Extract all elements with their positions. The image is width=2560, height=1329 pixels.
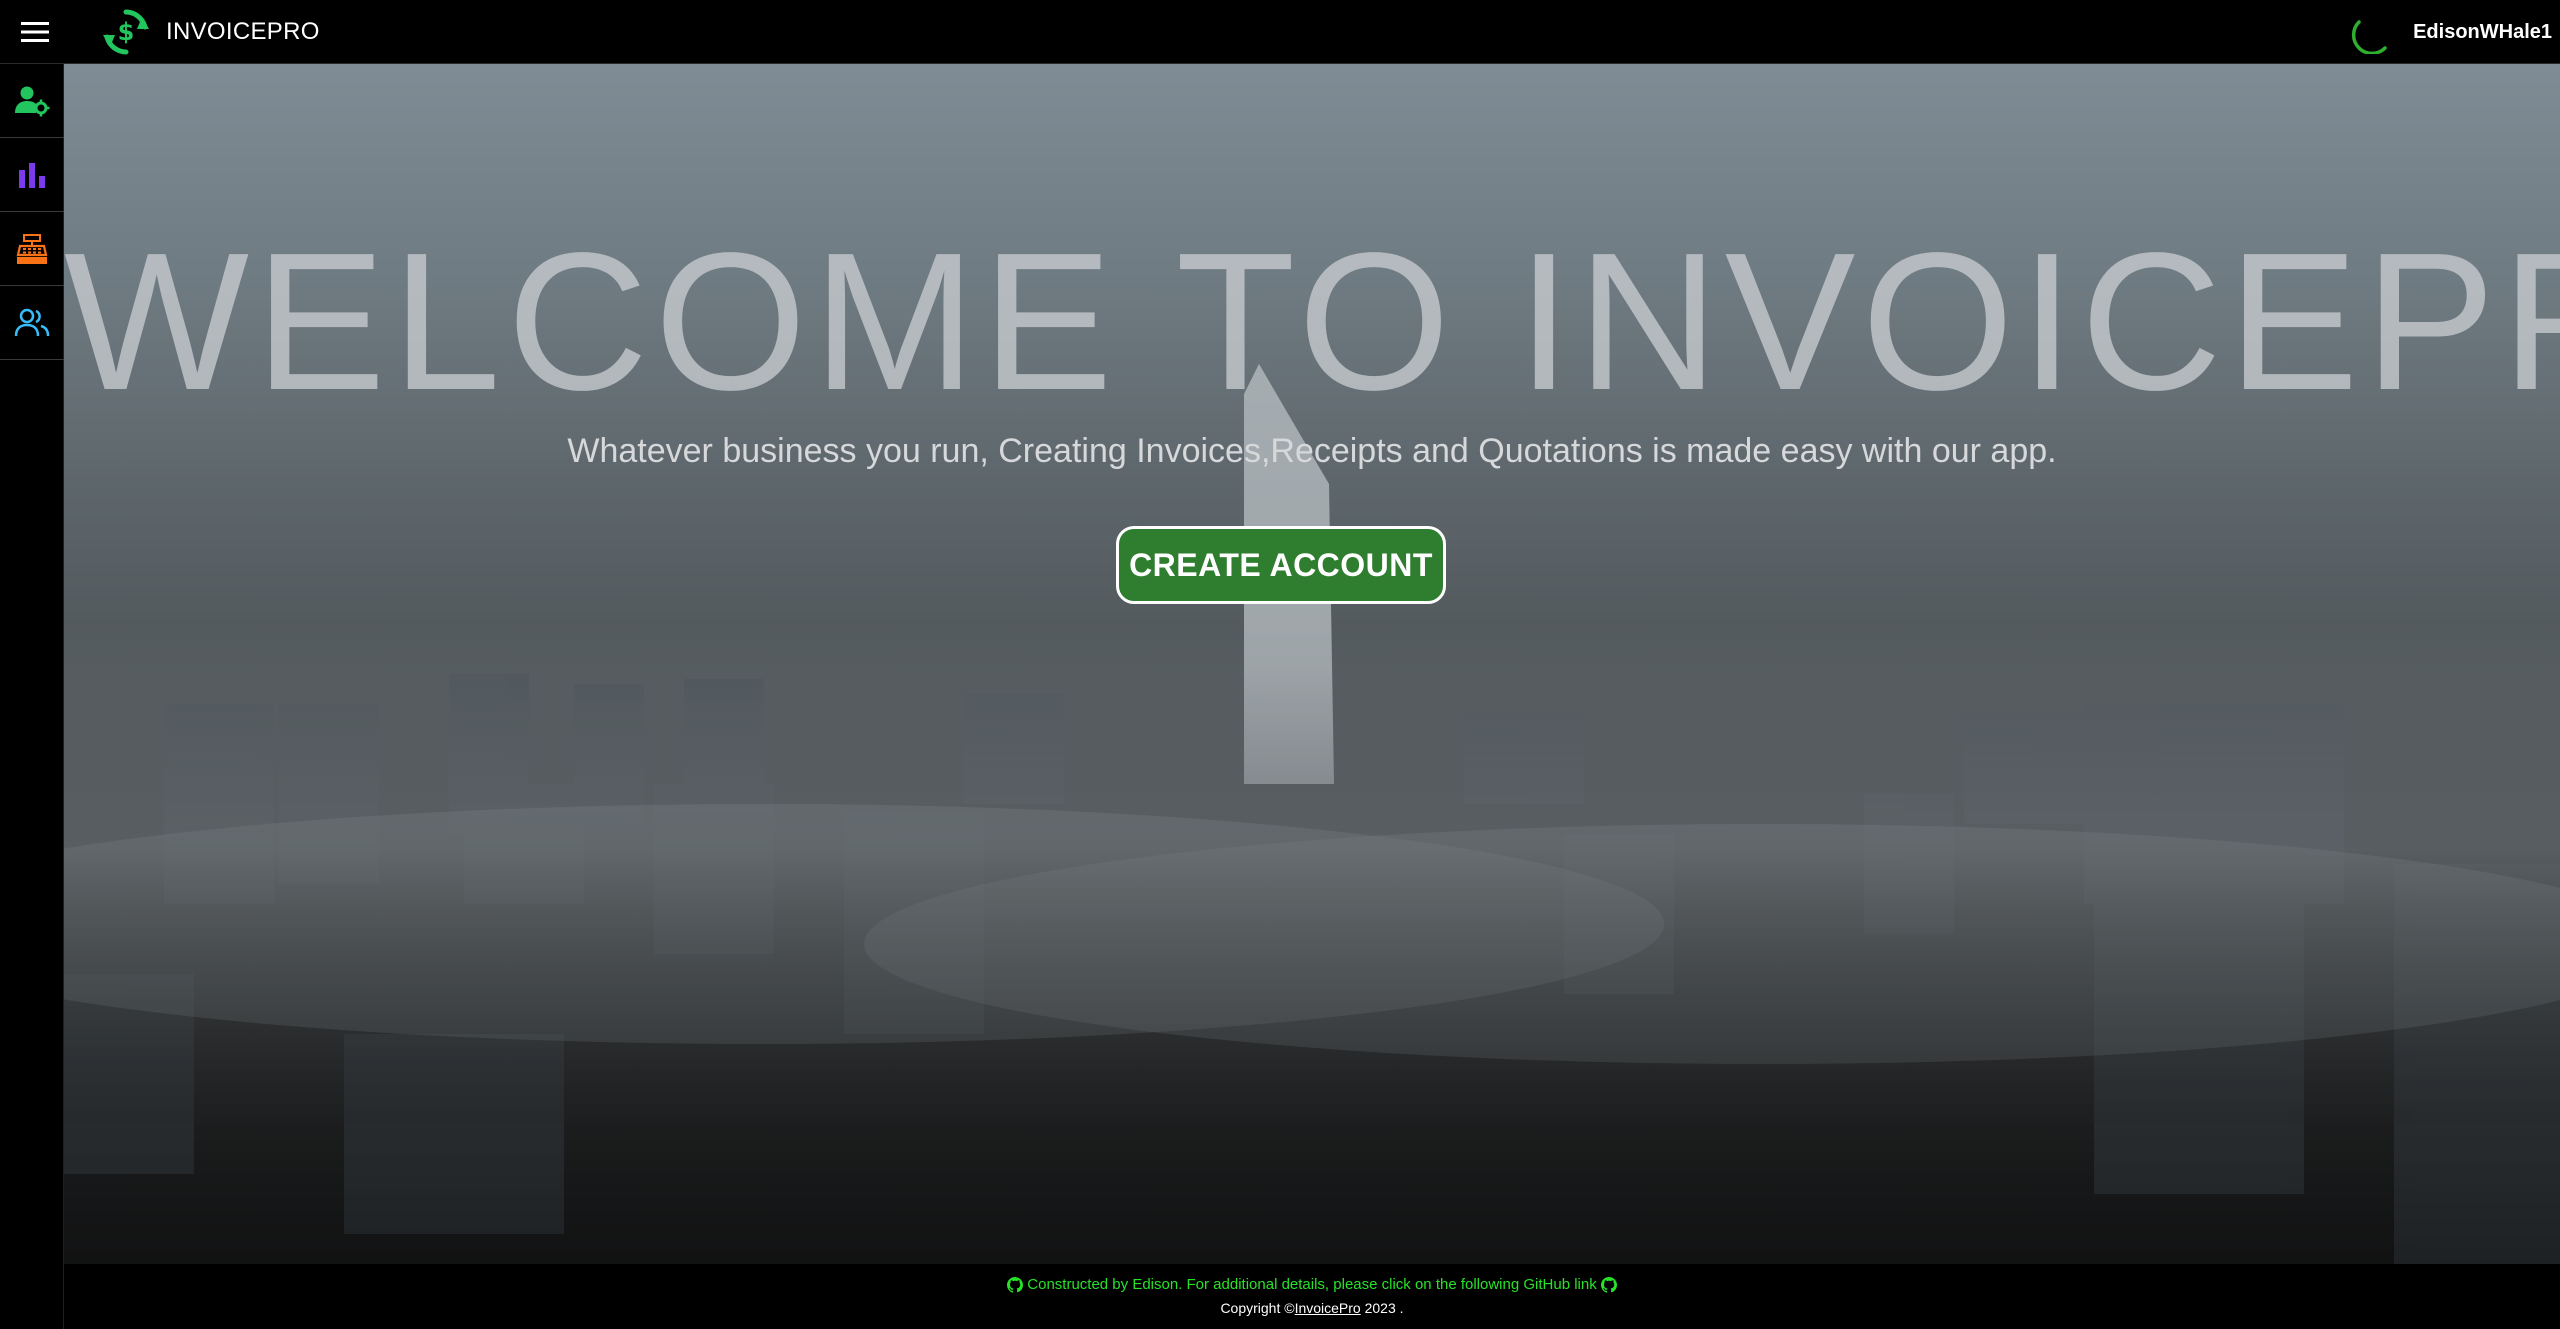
github-icon[interactable] — [1007, 1276, 1024, 1293]
bar-chart-icon — [19, 162, 45, 188]
sidebar — [0, 64, 64, 1329]
hero-subtitle: Whatever business you run, Creating Invo… — [567, 432, 2057, 470]
sidebar-item-analytics[interactable] — [0, 138, 64, 212]
sidebar-item-cash-register[interactable] — [0, 212, 64, 286]
loading-spinner-icon — [2351, 20, 2387, 54]
username-label[interactable]: EdisonWHale1 — [2413, 21, 2552, 44]
copyright-suffix: 2023 . — [1360, 1300, 1404, 1316]
github-link-icon[interactable] — [1600, 1276, 1617, 1293]
brand-name[interactable]: INVOICEPRO — [166, 18, 320, 46]
brand-logo[interactable]: $ — [100, 6, 152, 58]
create-account-button[interactable]: CREATE ACCOUNT — [1116, 526, 1446, 604]
footer-copyright: Copyright ©InvoicePro 2023 . — [64, 1300, 2560, 1316]
footer: Constructed by Edison. For additional de… — [64, 1264, 2560, 1329]
hamburger-menu-icon — [21, 21, 49, 42]
copyright-prefix: Copyright © — [1220, 1300, 1295, 1316]
sidebar-item-user-settings[interactable] — [0, 64, 64, 138]
user-area: EdisonWHale1 — [2351, 0, 2552, 64]
top-app-bar: $ INVOICEPRO EdisonWHale1 — [0, 0, 2560, 64]
user-gear-icon — [15, 86, 50, 116]
invoicepro-link[interactable]: InvoicePro — [1295, 1300, 1361, 1316]
currency-sync-icon: $ — [103, 9, 149, 54]
footer-credit-line: Constructed by Edison. For additional de… — [64, 1276, 2560, 1293]
footer-credit-text: Constructed by Edison. For additional de… — [1027, 1276, 1597, 1293]
hero-title: WELCOME TO INVOICEPRO — [64, 212, 2560, 431]
cash-register-icon — [16, 233, 48, 264]
hero-section: WELCOME TO INVOICEPRO Whatever business … — [64, 64, 2560, 1264]
menu-button[interactable] — [0, 0, 70, 64]
svg-text:$: $ — [118, 18, 135, 46]
sidebar-item-users[interactable] — [0, 286, 64, 360]
users-icon — [14, 308, 50, 336]
